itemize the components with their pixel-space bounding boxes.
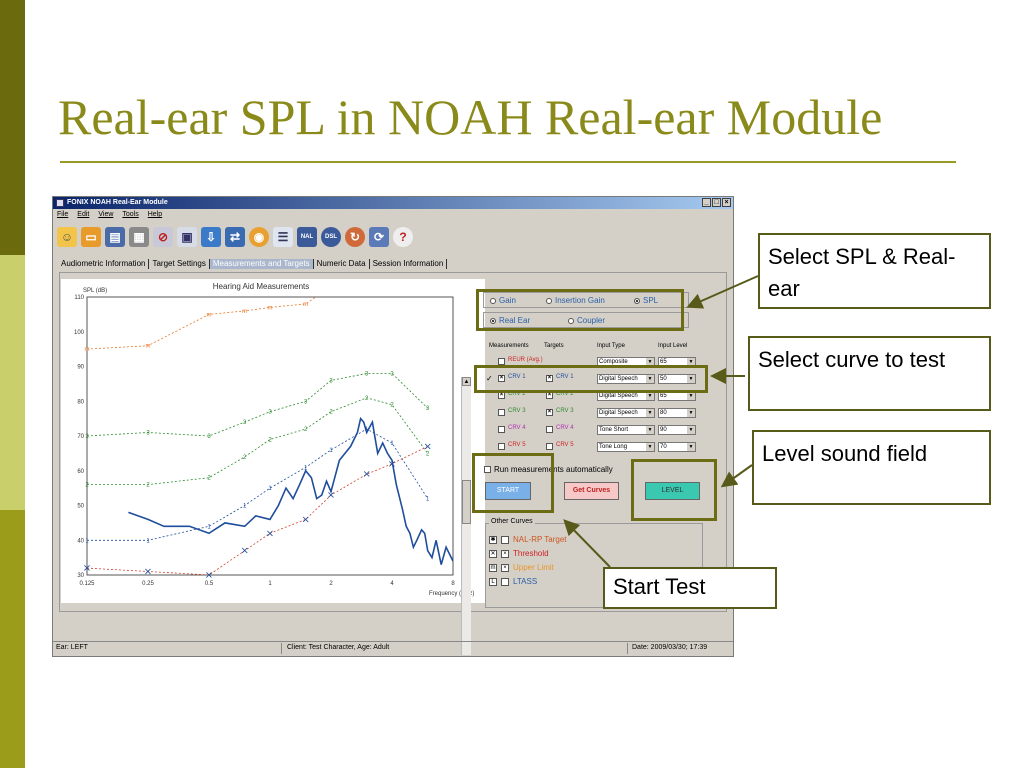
arrow-to-spl <box>686 275 759 309</box>
arrow-to-level <box>720 464 753 488</box>
callout-arrows <box>563 275 759 568</box>
arrow-to-start <box>563 519 611 568</box>
